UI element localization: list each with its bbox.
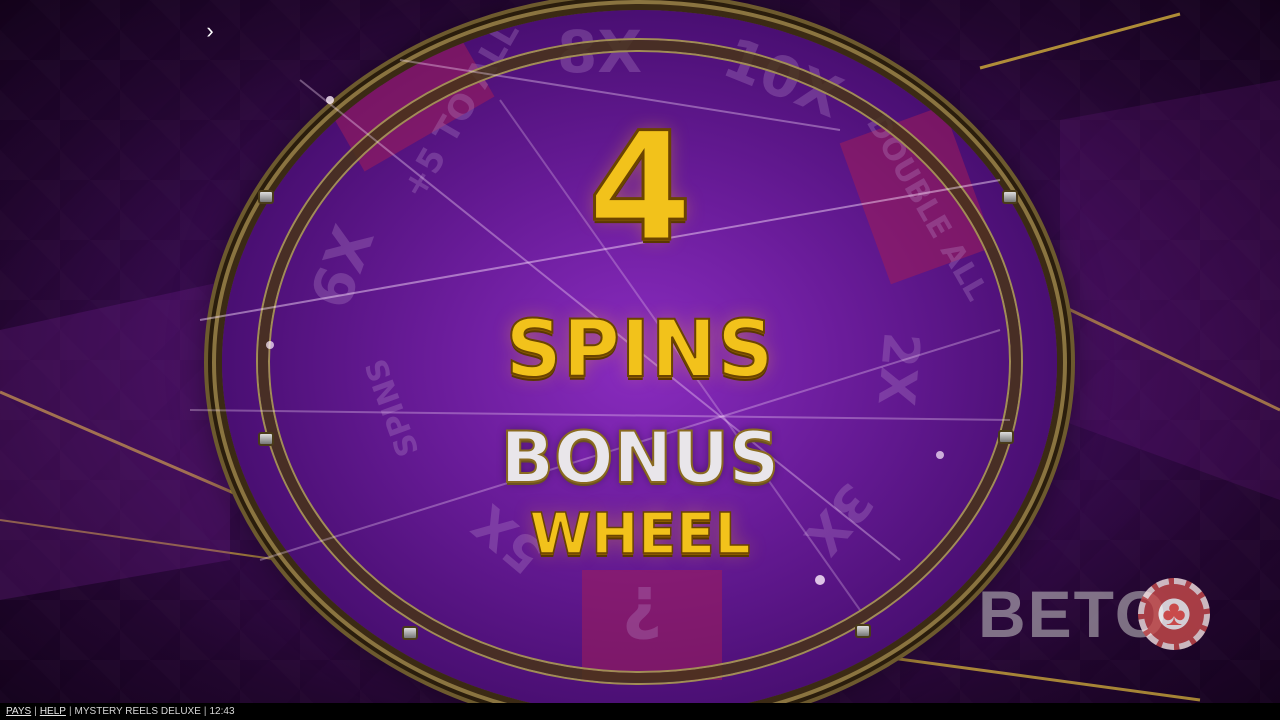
- rim-gem-icon: [855, 624, 871, 638]
- status-bar: PAYS | HELP | MYSTERY REELS DELUXE | 12:43: [0, 703, 1280, 720]
- clock: 12:43: [209, 706, 235, 717]
- beto-logo: BETO ♣: [978, 578, 1218, 650]
- pays-link[interactable]: PAYS: [6, 706, 31, 717]
- game-stage: 8X 10X DOUBLE ALL 2X 3X ? 5X SPINS 6X +5…: [0, 0, 1280, 720]
- bonus-label: BONUS: [500, 417, 781, 499]
- rim-gem-icon: [402, 626, 418, 640]
- spins-label: SPINS: [505, 304, 775, 396]
- club-suit-icon: ♣: [1162, 592, 1186, 633]
- chevron-right-icon[interactable]: ›: [200, 20, 220, 42]
- separator: |: [34, 706, 37, 717]
- separator: |: [68, 706, 72, 717]
- wheel-label: WHEEL: [529, 502, 751, 568]
- help-link[interactable]: HELP: [40, 706, 66, 717]
- free-spin-count: 4: [586, 101, 693, 275]
- game-name: MYSTERY REELS DELUXE: [74, 706, 201, 717]
- separator: |: [203, 706, 207, 717]
